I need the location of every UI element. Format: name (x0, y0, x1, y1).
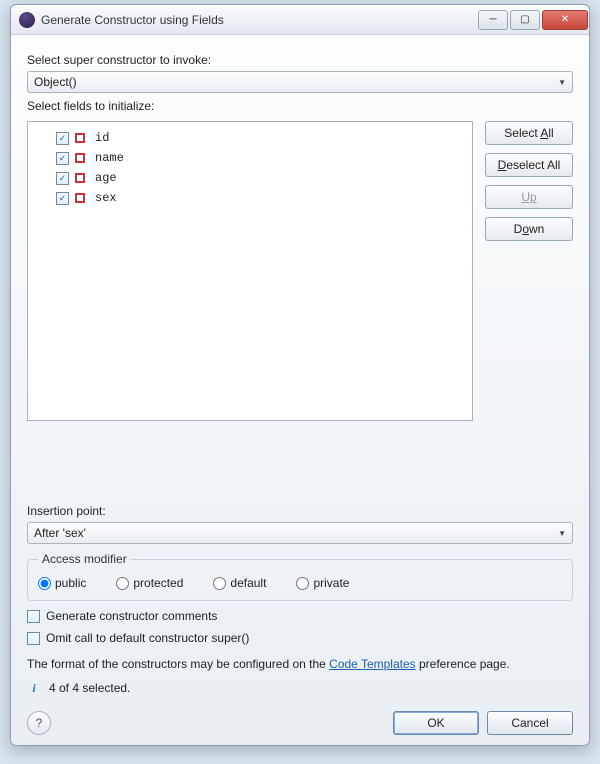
radio-public[interactable]: public (38, 576, 86, 590)
fields-list[interactable]: ✓ id ✓ name ✓ age ✓ sex (27, 121, 473, 421)
field-checkbox[interactable]: ✓ (56, 132, 69, 145)
omit-super-checkbox[interactable]: Omit call to default constructor super() (27, 631, 573, 645)
generate-comments-checkbox[interactable]: Generate constructor comments (27, 609, 573, 623)
access-modifier-group: Access modifier public protected default… (27, 552, 573, 601)
super-constructor-value: Object() (34, 75, 77, 89)
field-name: id (95, 131, 109, 145)
field-icon (75, 173, 85, 183)
info-icon: i (27, 681, 41, 695)
minimize-button[interactable]: ─ (478, 10, 508, 30)
fields-label: Select fields to initialize: (27, 99, 573, 113)
field-name: sex (95, 191, 117, 205)
access-modifier-legend: Access modifier (38, 552, 131, 566)
ok-button[interactable]: OK (393, 711, 479, 735)
field-icon (75, 193, 85, 203)
field-row[interactable]: ✓ id (32, 128, 468, 148)
insertion-point-value: After 'sex' (34, 526, 86, 540)
radio-default[interactable]: default (213, 576, 266, 590)
field-checkbox[interactable]: ✓ (56, 152, 69, 165)
status-row: i 4 of 4 selected. (27, 681, 573, 695)
field-icon (75, 133, 85, 143)
field-name: age (95, 171, 117, 185)
code-templates-link[interactable]: Code Templates (329, 657, 416, 671)
field-row[interactable]: ✓ age (32, 168, 468, 188)
omit-super-label: Omit call to default constructor super() (46, 631, 249, 645)
super-constructor-combo[interactable]: Object() (27, 71, 573, 93)
app-icon (19, 12, 35, 28)
field-checkbox[interactable]: ✓ (56, 172, 69, 185)
deselect-all-button[interactable]: Deselect All (485, 153, 573, 177)
template-note: The format of the constructors may be co… (27, 657, 573, 671)
field-row[interactable]: ✓ name (32, 148, 468, 168)
window-title: Generate Constructor using Fields (41, 13, 477, 27)
insertion-point-label: Insertion point: (27, 504, 573, 518)
status-text: 4 of 4 selected. (49, 681, 130, 695)
select-all-button[interactable]: Select All (485, 121, 573, 145)
field-name: name (95, 151, 124, 165)
radio-protected[interactable]: protected (116, 576, 183, 590)
down-button[interactable]: Down (485, 217, 573, 241)
checkbox-icon (27, 610, 40, 623)
field-checkbox[interactable]: ✓ (56, 192, 69, 205)
checkbox-icon (27, 632, 40, 645)
super-constructor-label: Select super constructor to invoke: (27, 53, 573, 67)
field-row[interactable]: ✓ sex (32, 188, 468, 208)
radio-private[interactable]: private (296, 576, 349, 590)
up-button[interactable]: Up (485, 185, 573, 209)
dialog-window: Generate Constructor using Fields ─ ▢ ✕ … (10, 4, 590, 746)
field-icon (75, 153, 85, 163)
cancel-button[interactable]: Cancel (487, 711, 573, 735)
generate-comments-label: Generate constructor comments (46, 609, 217, 623)
maximize-button[interactable]: ▢ (510, 10, 540, 30)
insertion-point-combo[interactable]: After 'sex' (27, 522, 573, 544)
titlebar: Generate Constructor using Fields ─ ▢ ✕ (11, 5, 589, 35)
close-button[interactable]: ✕ (542, 10, 588, 30)
help-button[interactable]: ? (27, 711, 51, 735)
